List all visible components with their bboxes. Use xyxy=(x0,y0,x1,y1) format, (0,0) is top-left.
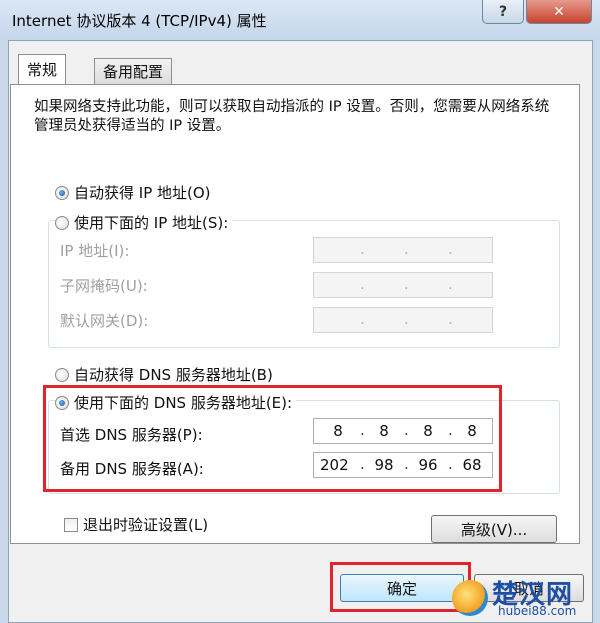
tab-alternate-config[interactable]: 备用配置 xyxy=(94,58,173,84)
window-title: Internet 协议版本 4 (TCP/IPv4) 属性 xyxy=(12,12,267,30)
radio-icon xyxy=(55,215,69,230)
validate-checkbox[interactable]: 退出时验证设置(L) xyxy=(64,514,208,535)
ip-auto-radio[interactable]: 自动获得 IP 地址(O) xyxy=(55,182,211,203)
validate-label: 退出时验证设置(L) xyxy=(83,516,209,534)
dns-auto-label: 自动获得 DNS 服务器地址(B) xyxy=(74,366,273,384)
subnet-mask-label: 子网掩码(U): xyxy=(60,277,148,295)
radio-icon xyxy=(55,367,69,382)
title-bar[interactable]: Internet 协议版本 4 (TCP/IPv4) 属性 ? ✕ xyxy=(0,0,600,40)
ip-manual-radio[interactable]: 使用下面的 IP 地址(S): xyxy=(55,212,233,233)
description-text: 如果网络支持此功能，则可以获取自动指派的 IP 设置。否则，您需要从网络系统管理… xyxy=(34,99,550,134)
checkbox-icon xyxy=(64,517,78,532)
close-button[interactable]: ✕ xyxy=(526,0,592,24)
help-button[interactable]: ? xyxy=(482,0,524,24)
ip-address-label: IP 地址(I): xyxy=(60,242,130,260)
ip-manual-label: 使用下面的 IP 地址(S): xyxy=(74,214,229,232)
subnet-mask-field[interactable]: ... xyxy=(313,272,493,298)
gateway-label: 默认网关(D): xyxy=(60,312,149,330)
ip-auto-label: 自动获得 IP 地址(O) xyxy=(74,184,211,202)
tab-general[interactable]: 常规 xyxy=(18,54,67,84)
globe-icon xyxy=(452,580,488,616)
dns-highlight-box xyxy=(43,385,502,492)
watermark-url: hubei88.com xyxy=(498,604,577,618)
advanced-button[interactable]: 高级(V)... xyxy=(431,515,557,543)
ip-address-field[interactable]: ... xyxy=(313,237,493,263)
radio-icon xyxy=(55,185,69,200)
dns-auto-radio[interactable]: 自动获得 DNS 服务器地址(B) xyxy=(55,364,273,385)
gateway-field[interactable]: ... xyxy=(313,307,493,333)
watermark-logo: 楚汉网 hubei88.com xyxy=(448,574,598,622)
